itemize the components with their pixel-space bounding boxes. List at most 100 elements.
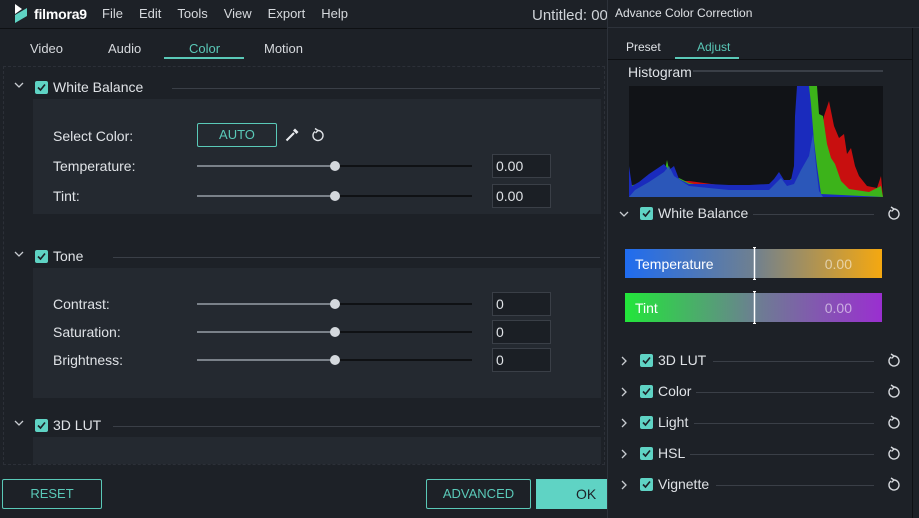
section-checkbox[interactable] [640,354,653,367]
tint-value[interactable]: 0.00 [825,300,852,316]
slider-thumb[interactable] [330,327,340,337]
reset-button[interactable]: RESET [2,479,102,509]
tint-input[interactable]: 0.00 [492,184,551,208]
divider [608,27,919,28]
contrast-input[interactable]: 0 [492,292,551,316]
adv-section-vignette[interactable]: Vignette [608,473,912,497]
white-balance-checkbox[interactable] [35,81,48,94]
contrast-label: Contrast: [53,296,110,312]
color-settings-panel[interactable]: White Balance Select Color: AUTO Tempera… [3,66,605,465]
adv-section-light[interactable]: Light [608,411,912,435]
check-icon [642,209,651,218]
check-icon [642,480,651,489]
tab-motion[interactable]: Motion [264,41,303,56]
tone-header[interactable]: Tone [4,240,604,270]
section-title: 3D LUT [658,352,707,368]
app-logo: filmora9 [13,4,87,24]
menu-tools[interactable]: Tools [177,6,207,21]
section-checkbox[interactable] [640,447,653,460]
contrast-slider[interactable] [197,298,472,310]
adv-white-balance-checkbox[interactable] [640,207,653,220]
menu-edit[interactable]: Edit [139,6,161,21]
check-icon [642,449,651,458]
slider-thumb[interactable] [330,191,340,201]
white-balance-body: Select Color: AUTO Temperature: 0.00 Tin… [33,99,601,214]
chevron-right-icon[interactable] [619,448,629,460]
reset-icon[interactable] [310,127,326,143]
reset-icon[interactable] [886,476,902,493]
tab-video[interactable]: Video [30,41,63,56]
temperature-label: Temperature [635,256,714,272]
tint-gradient-slider[interactable]: Tint 0.00 [625,291,882,324]
slider-fill [197,331,335,333]
slider-thumb[interactable] [330,299,340,309]
advance-color-correction-panel: Advance Color Correction Preset Adjust H… [607,0,919,518]
adv-section-3d-lut[interactable]: 3D LUT [608,349,912,373]
lut-checkbox[interactable] [35,419,48,432]
saturation-input[interactable]: 0 [492,320,551,344]
section-divider [690,454,874,455]
section-checkbox[interactable] [640,385,653,398]
reset-icon[interactable] [886,445,902,462]
temperature-input[interactable]: 0.00 [492,154,551,178]
temperature-value[interactable]: 0.00 [825,256,852,272]
slider-handle[interactable] [753,247,756,280]
chevron-right-icon[interactable] [619,417,629,429]
tab-preset[interactable]: Preset [626,40,661,54]
check-icon [642,418,651,427]
chevron-down-icon[interactable] [13,79,25,91]
brightness-slider[interactable] [197,354,472,366]
brightness-input[interactable]: 0 [492,348,551,372]
auto-button[interactable]: AUTO [197,123,277,147]
slider-track [335,303,472,305]
tab-color[interactable]: Color [189,41,220,56]
section-divider [693,70,883,72]
reset-icon[interactable] [886,383,902,400]
section-checkbox[interactable] [640,416,653,429]
white-balance-header[interactable]: White Balance [4,71,604,101]
slider-handle[interactable] [753,291,756,324]
tint-slider[interactable] [197,190,472,202]
reset-icon[interactable] [886,352,902,369]
brightness-label: Brightness: [53,352,124,368]
section-checkbox[interactable] [640,478,653,491]
adv-section-color[interactable]: Color [608,380,912,404]
eyedropper-icon[interactable] [284,127,300,143]
chevron-right-icon[interactable] [619,386,629,398]
tone-checkbox[interactable] [35,250,48,263]
document-title: Untitled: 00:00:00:00 [532,7,608,24]
adv-section-hsl[interactable]: HSL [608,442,912,466]
temperature-slider[interactable] [197,160,472,172]
saturation-slider[interactable] [197,326,472,338]
check-icon [37,252,46,261]
section-title: Color [658,383,692,399]
chevron-down-icon[interactable] [619,208,629,220]
tab-audio[interactable]: Audio [108,41,141,56]
adv-white-balance-header[interactable]: White Balance [608,202,912,226]
reset-icon[interactable] [886,205,902,222]
tab-adjust[interactable]: Adjust [697,40,730,54]
slider-thumb[interactable] [330,355,340,365]
scrollbar-track[interactable] [912,28,913,518]
histogram [629,86,883,197]
advanced-button[interactable]: ADVANCED [426,479,531,509]
temperature-gradient-slider[interactable]: Temperature 0.00 [625,247,882,280]
slider-thumb[interactable] [330,161,340,171]
chevron-down-icon[interactable] [13,417,25,429]
chevron-right-icon[interactable] [619,479,629,491]
menu-export[interactable]: Export [268,6,306,21]
reset-icon[interactable] [886,414,902,431]
divider [608,59,912,60]
slider-track [335,165,472,167]
section-divider [696,392,874,393]
menu-view[interactable]: View [224,6,252,21]
chevron-down-icon[interactable] [13,248,25,260]
white-balance-title: White Balance [53,79,144,95]
ok-button[interactable]: OK [536,479,608,509]
lut-header[interactable]: 3D LUT [4,409,604,439]
menu-file[interactable]: File [102,6,123,21]
section-divider [694,423,874,424]
chevron-right-icon[interactable] [619,355,629,367]
menu-help[interactable]: Help [321,6,348,21]
saturation-label: Saturation: [53,324,121,340]
